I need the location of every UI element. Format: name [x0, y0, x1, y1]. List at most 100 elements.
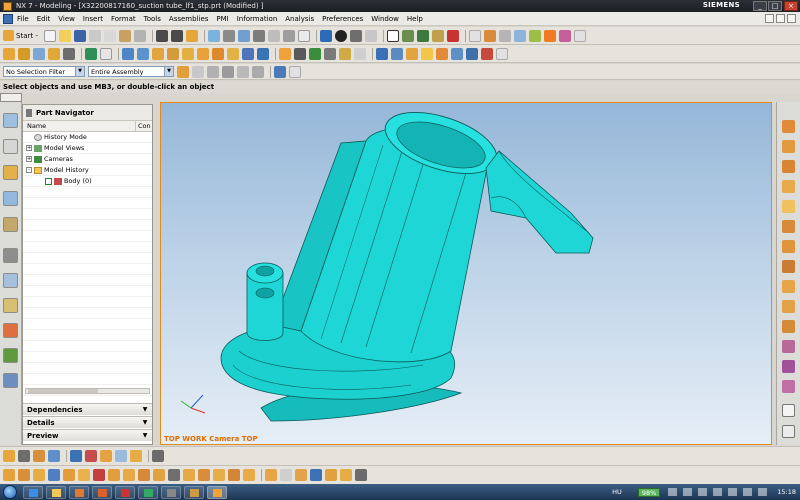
tree-item-body[interactable]: Body (0) — [23, 176, 152, 187]
fit-view-icon[interactable] — [207, 29, 220, 42]
unite-icon[interactable] — [85, 47, 97, 60]
delete-face-icon[interactable] — [481, 47, 493, 60]
drafting-view-icon[interactable] — [295, 469, 307, 481]
menu-tools[interactable]: Tools — [144, 15, 161, 23]
power-icon[interactable] — [713, 488, 723, 496]
pattern-icon[interactable] — [212, 47, 224, 60]
edit-object-display-icon[interactable] — [401, 29, 414, 42]
mirror-icon[interactable] — [227, 47, 239, 60]
pattern-curve-icon[interactable] — [183, 469, 195, 481]
hd3d-tools-icon[interactable] — [3, 217, 18, 232]
open-folder-icon[interactable] — [58, 29, 71, 42]
datum-csys-icon[interactable] — [33, 450, 45, 462]
offset-face-icon[interactable] — [257, 47, 269, 60]
replace-face-icon[interactable] — [451, 47, 463, 60]
revolve-icon[interactable] — [33, 47, 45, 60]
measure-icon[interactable] — [513, 29, 526, 42]
feature-icon[interactable] — [543, 29, 556, 42]
project-curve-icon[interactable] — [354, 47, 366, 60]
start-button[interactable]: Start - — [3, 30, 38, 41]
menu-preferences[interactable]: Preferences — [322, 15, 363, 23]
quick-trim-icon[interactable] — [123, 469, 135, 481]
menu-help[interactable]: Help — [407, 15, 423, 23]
taskbar-firefox[interactable] — [92, 485, 112, 499]
section-view-icon[interactable] — [310, 469, 322, 481]
rotate-icon[interactable] — [252, 29, 265, 42]
extrude-icon[interactable] — [18, 47, 30, 60]
toolbar-options-icon[interactable] — [573, 29, 586, 42]
display-icon[interactable] — [728, 488, 738, 496]
shaded-edges-icon[interactable] — [782, 320, 795, 333]
chamfer-icon[interactable] — [167, 47, 179, 60]
zoom-icon[interactable] — [222, 29, 235, 42]
toolbar-options-icon[interactable] — [496, 47, 508, 60]
network-icon[interactable] — [668, 488, 678, 496]
system-materials-icon[interactable] — [3, 298, 18, 313]
copy-icon[interactable] — [103, 29, 116, 42]
layer-settings-icon[interactable] — [431, 29, 444, 42]
select-all-icon[interactable] — [207, 65, 219, 78]
zoom-in-out-icon[interactable] — [237, 29, 250, 42]
background-icon[interactable] — [364, 29, 377, 42]
mirror-curve-icon[interactable] — [198, 469, 210, 481]
select-faces-icon[interactable] — [237, 65, 249, 78]
notification-icon[interactable] — [758, 488, 768, 496]
cut-icon[interactable] — [88, 29, 101, 42]
menu-view[interactable]: View — [58, 15, 75, 23]
shell-icon[interactable] — [182, 47, 194, 60]
close-button[interactable]: × — [784, 1, 798, 11]
block-icon[interactable] — [122, 47, 134, 60]
arc-icon[interactable] — [294, 47, 306, 60]
quick-extend-icon[interactable] — [138, 469, 150, 481]
back-view-icon[interactable] — [782, 220, 795, 233]
derived-lines-icon[interactable] — [228, 469, 240, 481]
orient-view-icon[interactable] — [297, 29, 310, 42]
analysis-icon[interactable] — [528, 29, 541, 42]
navigator-horizontal-scrollbar[interactable] — [25, 388, 150, 394]
transform-icon[interactable] — [152, 450, 164, 462]
partially-shaded-icon[interactable] — [782, 380, 795, 393]
point-set-icon[interactable] — [48, 450, 60, 462]
select-arrow-icon[interactable] — [483, 29, 496, 42]
preferences-icon[interactable] — [782, 404, 795, 417]
projection-icon[interactable] — [243, 469, 255, 481]
details-panel[interactable]: Details ▼ — [23, 416, 152, 428]
hole-icon[interactable] — [48, 47, 60, 60]
collapse-icon[interactable]: - — [26, 167, 32, 173]
extract-icon[interactable] — [436, 47, 448, 60]
circle-icon[interactable] — [93, 469, 105, 481]
menu-insert[interactable]: Insert — [83, 15, 103, 23]
wireframe-icon[interactable] — [782, 280, 795, 293]
history-icon[interactable] — [3, 273, 18, 288]
clock[interactable]: 15:18 — [777, 488, 796, 496]
studio-icon[interactable] — [782, 360, 795, 373]
offset-icon[interactable] — [168, 469, 180, 481]
menu-file[interactable]: File — [17, 15, 29, 23]
annotation-icon[interactable] — [340, 469, 352, 481]
tree-item-model-history[interactable]: - Model History — [23, 165, 152, 176]
sketch-icon[interactable] — [3, 47, 15, 60]
tree-item-history-mode[interactable]: History Mode — [23, 132, 152, 143]
isometric-view-icon[interactable] — [782, 240, 795, 253]
maximize-button[interactable]: □ — [768, 1, 782, 11]
usb-icon[interactable] — [743, 488, 753, 496]
shaded-icon[interactable] — [782, 300, 795, 313]
process-studio-icon[interactable] — [3, 323, 18, 338]
save-icon[interactable] — [73, 29, 86, 42]
taskbar-nx[interactable] — [207, 485, 227, 499]
top-view-icon[interactable] — [782, 140, 795, 153]
render-style-icon[interactable] — [334, 29, 347, 42]
bottom-view-icon[interactable] — [782, 200, 795, 213]
thicken-icon[interactable] — [421, 47, 433, 60]
point-icon[interactable] — [309, 47, 321, 60]
profile-icon[interactable] — [63, 469, 75, 481]
rectangle-icon[interactable] — [78, 469, 90, 481]
taskbar-app5[interactable] — [115, 485, 135, 499]
assembly-navigator-icon[interactable] — [3, 139, 18, 154]
view-triad-icon[interactable] — [349, 29, 362, 42]
datum-axis-icon[interactable] — [18, 450, 30, 462]
shaded-cube-icon[interactable] — [319, 29, 332, 42]
datum-plane-icon[interactable] — [3, 450, 15, 462]
volume-icon[interactable] — [683, 488, 693, 496]
subtract-icon[interactable] — [100, 47, 112, 60]
